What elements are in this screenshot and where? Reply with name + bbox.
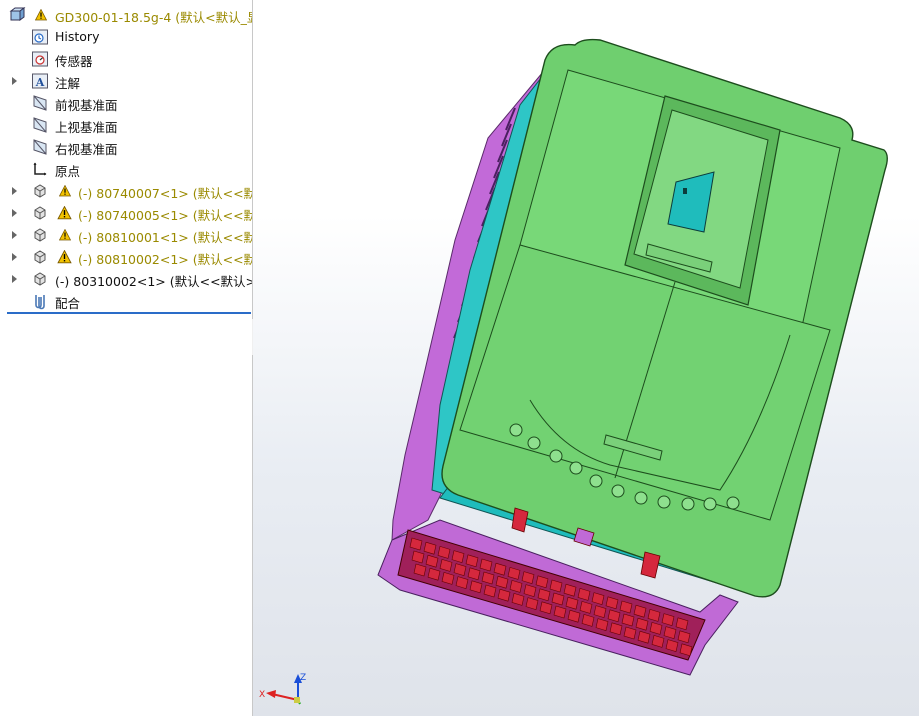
window-mark	[683, 188, 687, 194]
tree-item-annotations[interactable]: A 注解	[0, 70, 252, 92]
part-icon	[34, 250, 46, 264]
tree-item-history[interactable]: History	[0, 26, 252, 48]
expand-arrow-icon[interactable]	[12, 253, 17, 261]
tree-item-label: 传感器	[55, 54, 93, 69]
tree-item-origin[interactable]: 原点	[0, 158, 252, 180]
origin-icon	[33, 162, 47, 176]
z-axis-label: Z	[300, 673, 306, 683]
tree-item-component[interactable]: (-) 80810002<1> (默认<<默认>_显	[0, 246, 252, 268]
tree-item-label: History	[55, 29, 100, 44]
tree-item-sensors[interactable]: 传感器	[0, 48, 252, 70]
tree-item-label: (-) 80310002<1> (默认<<默认>_显	[55, 274, 253, 289]
tree-item-top-plane[interactable]: 上视基准面	[0, 114, 252, 136]
tree-item-label: 上视基准面	[55, 120, 118, 135]
plane-icon	[33, 95, 47, 111]
warning-icon	[57, 250, 72, 264]
tree-item-label: (-) 80740007<1> (默认<<默认>_显	[78, 186, 252, 201]
tree-item-component[interactable]: (-) 80740007<1> (默认<<默认>_显	[0, 180, 252, 202]
graphics-viewport[interactable]: Z X	[253, 0, 919, 716]
warning-icon	[35, 9, 47, 21]
warning-icon	[59, 185, 71, 197]
part-icon	[34, 272, 46, 286]
part-icon	[34, 228, 46, 242]
expand-arrow-icon[interactable]	[12, 231, 17, 239]
tree-item-label: 注解	[55, 76, 81, 91]
tree-item-label: (-) 80810001<1> (默认<<默认>_显	[78, 230, 252, 245]
svg-text:A: A	[35, 76, 45, 89]
mates-icon	[35, 295, 45, 310]
tree-item-mates[interactable]: 配合	[0, 290, 252, 312]
tree-item-component[interactable]: (-) 80740005<1> (默认<<默认>_显	[0, 202, 252, 224]
tree-item-label: 右视基准面	[55, 142, 118, 157]
expand-arrow-icon[interactable]	[12, 275, 17, 283]
plane-icon	[33, 117, 47, 133]
tree-item-label: 原点	[55, 164, 81, 179]
x-axis-label: X	[259, 690, 265, 700]
warning-icon	[59, 229, 71, 241]
model-view: Z X	[259, 38, 888, 705]
part-icon	[34, 184, 46, 198]
tree-item-component[interactable]: (-) 80810001<1> (默认<<默认>_显	[0, 224, 252, 246]
tree-item-label: (-) 80740005<1> (默认<<默认>_显	[78, 208, 252, 223]
tree-item-component[interactable]: (-) 80310002<1> (默认<<默认>_显	[0, 268, 252, 290]
tree-item-label: (-) 80810002<1> (默认<<默认>_显	[78, 252, 252, 267]
feature-manager-tree: GD300-01-18.5g-4 (默认<默认_显示 History 传感器 A…	[0, 0, 253, 716]
view-triad: Z X	[259, 673, 306, 705]
tree-item-right-plane[interactable]: 右视基准面	[0, 136, 252, 158]
expand-arrow-icon[interactable]	[12, 209, 17, 217]
history-icon	[32, 29, 48, 45]
part-icon	[34, 206, 46, 220]
assembly-icon	[9, 7, 26, 21]
tree-rollback-bar[interactable]	[7, 312, 251, 314]
tree-item-label: 配合	[55, 296, 81, 311]
tree-item-front-plane[interactable]: 前视基准面	[0, 92, 252, 114]
expand-arrow-icon[interactable]	[12, 77, 17, 85]
annotation-icon: A	[32, 73, 48, 89]
sensor-icon	[32, 51, 48, 67]
expand-arrow-icon[interactable]	[12, 187, 17, 195]
tree-item-label: 前视基准面	[55, 98, 118, 113]
warning-icon	[57, 206, 72, 220]
tree-root-item[interactable]: GD300-01-18.5g-4 (默认<默认_显示	[0, 4, 252, 26]
tree-root-label: GD300-01-18.5g-4 (默认<默认_显示	[55, 10, 253, 25]
plane-icon	[33, 139, 47, 155]
